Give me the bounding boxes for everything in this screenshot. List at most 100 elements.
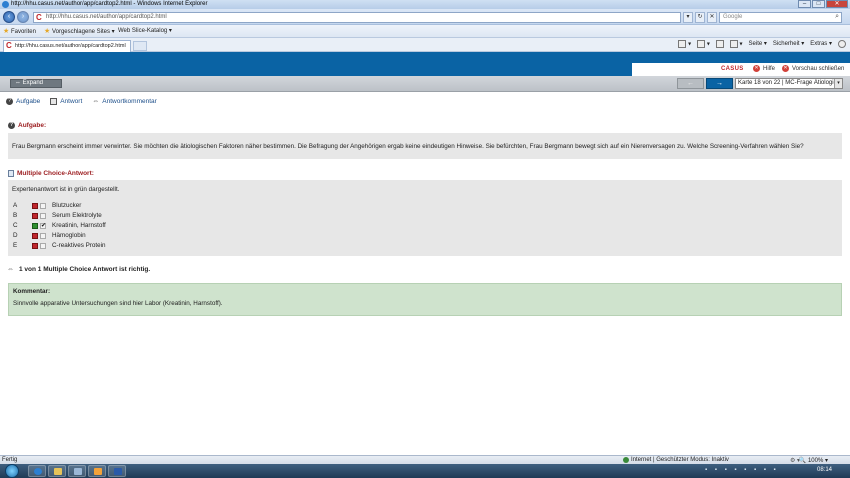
globe-icon — [623, 457, 629, 463]
expert-note: Expertenantwort ist in grün dargestellt. — [12, 186, 120, 193]
answer-checkbox[interactable] — [40, 203, 46, 209]
maximize-button[interactable]: □ — [812, 0, 825, 8]
mc-heading: Multiple Choice-Antwort: — [8, 170, 94, 177]
help-icon[interactable] — [838, 40, 846, 48]
mc-box: Expertenantwort ist in grün dargestellt.… — [8, 180, 842, 256]
expand-button[interactable]: ⇔ Expand — [10, 79, 62, 88]
address-bar[interactable]: C http://hhu.casus.net/author/app/cardto… — [33, 12, 681, 23]
link-icon: ⇔ — [92, 98, 100, 105]
forward-button[interactable]: › — [17, 11, 29, 23]
taskbar-ie-button[interactable] — [28, 465, 46, 477]
status-text: Fertig — [2, 457, 18, 463]
tab-antwort[interactable]: Antwort — [50, 98, 82, 105]
back-button[interactable]: ‹ — [3, 11, 15, 23]
close-preview-button[interactable]: ✕ Vorschau schließen — [782, 65, 844, 72]
search-icon[interactable]: ⌕ — [835, 13, 839, 21]
comment-title: Kommentar: — [13, 288, 51, 295]
zoom-control[interactable]: 🔍 100% ▾ — [799, 457, 828, 464]
mc-option-e: E C-reaktives Protein — [13, 242, 106, 249]
question-icon: ? — [8, 122, 15, 129]
suggested-sites-link[interactable]: ★ Vorgeschlagene Sites ▾ — [44, 27, 115, 35]
window-title: http://hhu.casus.net/author/app/cardtop2… — [11, 1, 208, 7]
mc-options: A Blutzucker B Serum Elektrolyte C ✔ Kre… — [12, 202, 312, 252]
address-url: http://hhu.casus.net/author/app/cardtop2… — [46, 14, 167, 20]
card-select[interactable]: Karte 18 von 22 | MC-Frage Ätiologie ▾ — [735, 78, 843, 89]
help-icon: ✕ — [753, 65, 760, 72]
page-menu[interactable]: Seite ▾ — [749, 40, 767, 48]
print-icon[interactable]: ▾ — [729, 40, 743, 48]
question-icon: ? — [6, 98, 13, 105]
expert-checkbox — [32, 243, 38, 249]
command-bar: ▾ ▾ ▾ Seite ▾ Sicherheit ▾ Extras ▾ — [678, 40, 846, 48]
status-bar: Fertig Internet | Geschützter Modus: Ina… — [0, 455, 850, 464]
refresh-icon[interactable]: ↻ — [695, 12, 705, 23]
window-title-bar: http://hhu.casus.net/author/app/cardtop2… — [0, 0, 850, 9]
chevron-down-icon: ▾ — [834, 79, 842, 88]
mc-option-d: D Hämoglobin — [13, 232, 86, 239]
stop-icon[interactable]: ✕ — [707, 12, 717, 23]
home-icon[interactable]: ▾ — [678, 40, 691, 48]
address-toolbar: ‹ › C http://hhu.casus.net/author/app/ca… — [0, 9, 850, 25]
answer-checkbox[interactable] — [40, 213, 46, 219]
tab-aufgabe[interactable]: ? Aufgabe — [6, 98, 40, 105]
search-placeholder: Google — [723, 14, 743, 20]
ie-icon — [2, 1, 9, 8]
web-slice-link[interactable]: Web Slice-Katalog ▾ — [118, 27, 172, 34]
tab-antwortkommentar[interactable]: ⇔ Antwortkommentar — [92, 98, 157, 105]
window-controls: – □ ✕ — [798, 0, 848, 9]
comment-box: Kommentar: Sinnvolle apparative Untersuc… — [8, 283, 842, 316]
card-subtabs: ? Aufgabe Antwort ⇔ Antwortkommentar — [6, 98, 157, 105]
next-card-button[interactable]: → — [706, 78, 733, 89]
favorites-bar: ★ Favoriten ★ Vorgeschlagene Sites ▾ Web… — [0, 25, 850, 38]
close-icon: ✕ — [782, 65, 789, 72]
mail-icon[interactable] — [715, 40, 724, 48]
site-favicon-icon: C — [36, 13, 42, 22]
expert-checkbox-correct — [32, 223, 38, 229]
mc-option-c: C ✔ Kreatinin, Harnstoff — [13, 222, 106, 229]
taskbar-word-button[interactable] — [108, 465, 126, 477]
task-box: Frau Bergmann erscheint immer verwirrter… — [8, 133, 842, 159]
document-icon — [8, 170, 14, 177]
search-input[interactable]: Google ⌕ — [719, 12, 842, 23]
taskbar-folder-button[interactable] — [88, 465, 106, 477]
expert-checkbox — [32, 213, 38, 219]
help-button[interactable]: ✕ Hilfe — [753, 65, 775, 72]
feeds-icon[interactable]: ▾ — [697, 40, 710, 48]
expert-checkbox — [32, 233, 38, 239]
casus-logo: CASUS — [721, 66, 744, 72]
answer-checkbox[interactable] — [40, 243, 46, 249]
link-icon: ⇔ — [7, 266, 14, 273]
answer-checkbox-checked[interactable]: ✔ — [40, 223, 46, 229]
mc-result: ⇔ 1 von 1 Multiple Choice Antwort ist ri… — [7, 266, 151, 273]
mc-option-a: A Blutzucker — [13, 202, 82, 209]
windows-taskbar: ▪ ▪ ▪ ▪ ▪ ▪ ▪ ▪ 08:14 — [0, 464, 850, 478]
compat-view-icon[interactable]: ▾ — [683, 12, 693, 23]
tools-menu[interactable]: Extras ▾ — [810, 40, 832, 48]
add-favorite-icon: ★ — [44, 28, 51, 35]
tab-bar: C http://hhu.casus.net/author/app/cardto… — [0, 38, 850, 52]
security-zone[interactable]: Internet | Geschützter Modus: Inaktiv — [623, 457, 729, 463]
answer-icon — [50, 98, 58, 105]
address-buttons: ▾ ↻ ✕ — [683, 12, 717, 23]
expert-checkbox — [32, 203, 38, 209]
clock: 08:14 — [816, 467, 832, 473]
safety-menu[interactable]: Sicherheit ▾ — [773, 40, 804, 48]
star-icon: ★ — [3, 28, 10, 35]
favorites-button[interactable]: ★ Favoriten — [3, 27, 36, 35]
taskbar-explorer-button[interactable] — [48, 465, 66, 477]
task-text: Frau Bergmann erscheint immer verwirrter… — [12, 143, 804, 150]
mc-option-b: B Serum Elektrolyte — [13, 212, 102, 219]
tab-favicon-icon: C — [6, 41, 12, 50]
comment-text: Sinnvolle apparative Untersuchungen sind… — [13, 300, 223, 307]
taskbar-media-button[interactable] — [68, 465, 86, 477]
new-tab-button[interactable] — [133, 41, 147, 51]
browser-tab[interactable]: C http://hhu.casus.net/author/app/cardto… — [3, 40, 131, 52]
close-window-button[interactable]: ✕ — [826, 0, 848, 8]
minimize-button[interactable]: – — [798, 0, 811, 8]
answer-checkbox[interactable] — [40, 233, 46, 239]
card-navigation: ⇔ Expand ← → Karte 18 von 22 | MC-Frage … — [0, 76, 850, 92]
previous-card-button[interactable]: ← — [677, 78, 704, 89]
system-tray-icons[interactable]: ▪ ▪ ▪ ▪ ▪ ▪ ▪ ▪ — [705, 467, 779, 473]
start-button[interactable] — [5, 464, 19, 478]
tab-title: http://hhu.casus.net/author/app/cardtop2… — [15, 43, 126, 49]
